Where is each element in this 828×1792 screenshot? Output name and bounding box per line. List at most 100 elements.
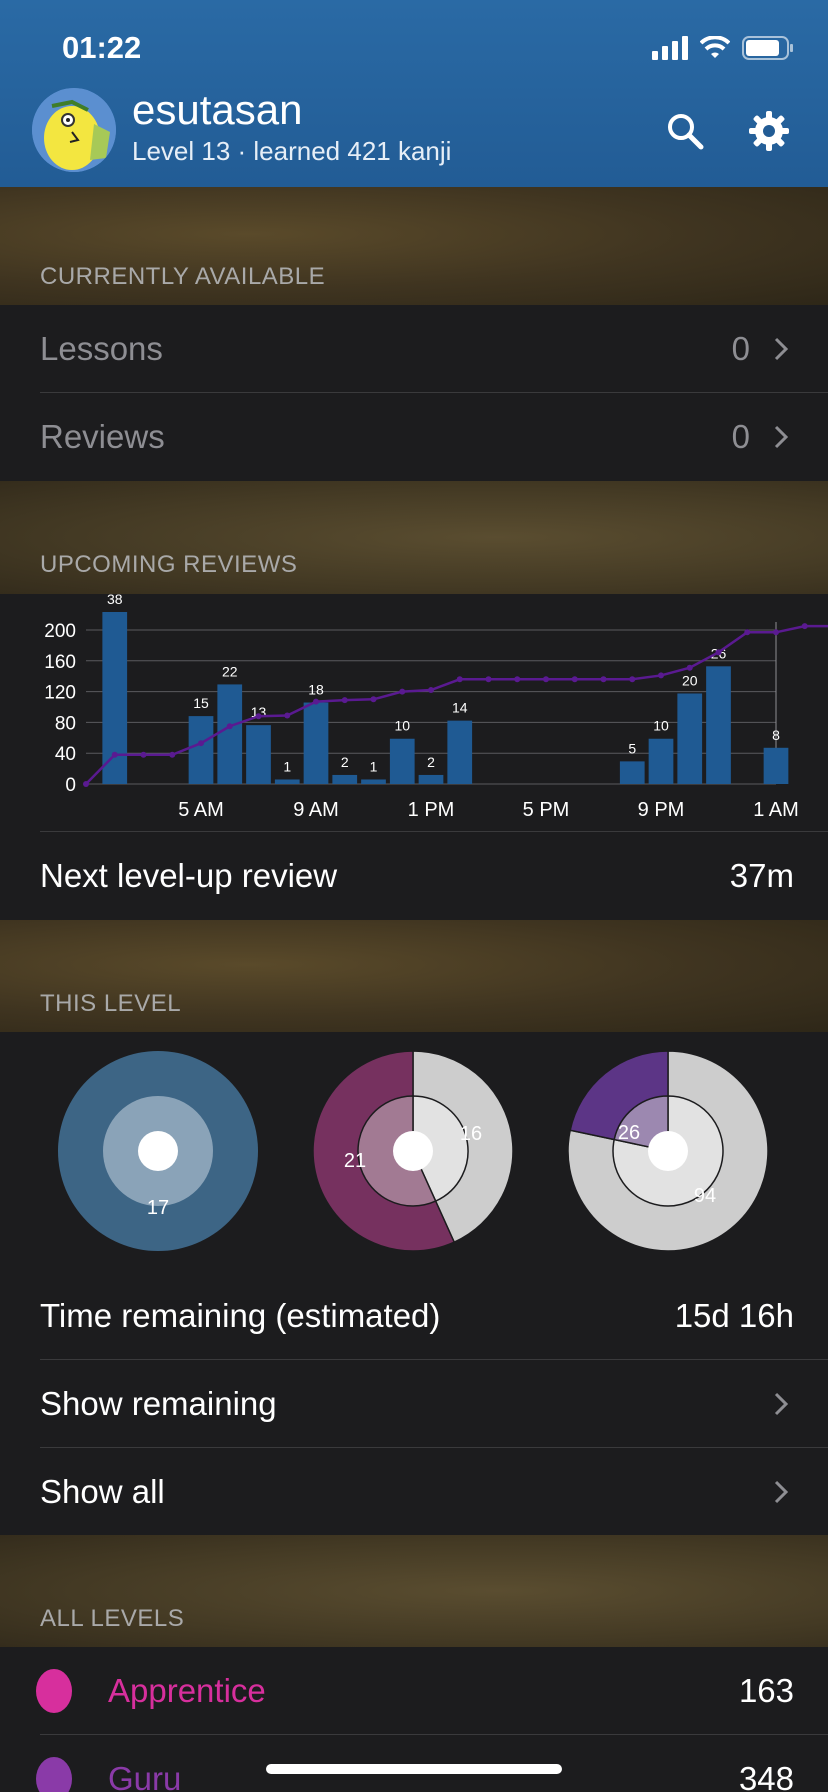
line-point bbox=[571, 676, 578, 683]
signal-icon bbox=[652, 36, 688, 60]
y-tick-label: 80 bbox=[55, 713, 76, 734]
chart-bar bbox=[447, 720, 473, 784]
line-point bbox=[399, 688, 406, 695]
donut-value-label: 94 bbox=[694, 1185, 716, 1207]
bar-value-label: 2 bbox=[341, 754, 349, 770]
line-point bbox=[686, 664, 693, 671]
line-point bbox=[370, 696, 377, 703]
chart-bar bbox=[217, 684, 243, 784]
bar-value-label: 1 bbox=[283, 758, 291, 774]
y-tick-label: 160 bbox=[44, 652, 76, 673]
lessons-count: 0 bbox=[731, 330, 750, 367]
lessons-row[interactable]: Lessons 0 bbox=[0, 305, 828, 393]
time-remaining-label: Time remaining (estimated) bbox=[40, 1297, 441, 1334]
reviews-row[interactable]: Reviews 0 bbox=[0, 393, 828, 481]
chart-bar bbox=[677, 693, 703, 784]
srs-stage-label: Guru bbox=[108, 1760, 182, 1792]
bar-value-label: 20 bbox=[682, 672, 698, 688]
bar-value-label: 1 bbox=[370, 758, 378, 774]
home-indicator[interactable] bbox=[266, 1764, 562, 1774]
donut-value-label: 26 bbox=[618, 1122, 640, 1144]
line-point bbox=[140, 751, 147, 758]
donut-value-label: 16 bbox=[460, 1123, 482, 1145]
chevron-right-icon bbox=[774, 1480, 788, 1504]
chart-bar bbox=[274, 779, 300, 784]
bar-value-label: 15 bbox=[193, 695, 209, 711]
upcoming-reviews-chart: 2001601208040038152213118211021451020268… bbox=[44, 594, 828, 821]
line-point bbox=[255, 713, 262, 720]
chart-bar bbox=[706, 666, 731, 784]
show-all-row[interactable]: Show all bbox=[0, 1448, 828, 1536]
settings-button[interactable] bbox=[744, 106, 794, 156]
time-remaining-row: Time remaining (estimated) 15d 16h bbox=[0, 1272, 828, 1360]
x-tick-label: 5 AM bbox=[178, 799, 224, 821]
srs-stage-count: 163 bbox=[738, 1672, 794, 1709]
donut-center bbox=[648, 1131, 688, 1171]
y-tick-label: 200 bbox=[44, 621, 76, 642]
show-remaining-label: Show remaining bbox=[40, 1385, 277, 1422]
section-title-currently-available: CURRENTLY AVAILABLE bbox=[40, 263, 326, 290]
chart-bar bbox=[619, 761, 645, 784]
srs-stage-row-apprentice[interactable]: Apprentice 163 bbox=[0, 1647, 828, 1735]
donut-center bbox=[393, 1131, 433, 1171]
line-point bbox=[485, 676, 492, 683]
x-tick-label: 1 PM bbox=[408, 799, 455, 821]
upcoming-reviews-panel: 2001601208040038152213118211021451020268… bbox=[0, 594, 828, 920]
user-subtitle: Level 13 · learned 421 kanji bbox=[132, 136, 452, 166]
status-icons bbox=[652, 34, 794, 62]
line-point bbox=[801, 623, 808, 630]
line-point bbox=[111, 751, 118, 758]
chart-bar bbox=[102, 612, 128, 784]
bar-value-label: 5 bbox=[628, 740, 636, 756]
section-header-bg: ALL LEVELS bbox=[0, 1535, 828, 1647]
line-point bbox=[169, 751, 176, 758]
section-header-bg: UPCOMING REVIEWS bbox=[0, 481, 828, 594]
x-tick-label: 9 AM bbox=[293, 799, 339, 821]
username: esutasan bbox=[132, 86, 303, 133]
lessons-label: Lessons bbox=[40, 330, 163, 367]
x-tick-label: 1 AM bbox=[753, 799, 799, 821]
line-point bbox=[83, 781, 89, 787]
line-point bbox=[313, 698, 319, 705]
app-header: 01:22 esutasan Level 13 · learned 421 ka… bbox=[0, 0, 828, 187]
wifi-icon bbox=[700, 36, 730, 58]
bar-value-label: 2 bbox=[427, 754, 435, 770]
line-point bbox=[715, 649, 722, 656]
donut-center bbox=[138, 1131, 178, 1171]
section-title-upcoming-reviews: UPCOMING REVIEWS bbox=[40, 551, 298, 578]
bar-value-label: 14 bbox=[452, 700, 468, 716]
bar-value-label: 8 bbox=[772, 727, 780, 743]
chart-bar bbox=[188, 716, 214, 784]
line-point bbox=[341, 697, 348, 704]
show-remaining-row[interactable]: Show remaining bbox=[0, 1360, 828, 1448]
level-progress-donuts: 17 21 16 26 94 bbox=[58, 1050, 769, 1252]
currently-available-panel: Lessons 0 Reviews 0 bbox=[0, 305, 828, 481]
bar-value-label: 10 bbox=[394, 718, 410, 734]
line-point bbox=[428, 687, 434, 694]
y-tick-label: 120 bbox=[44, 683, 76, 704]
bar-value-label: 10 bbox=[653, 718, 669, 734]
x-tick-label: 5 PM bbox=[523, 799, 570, 821]
chart-bar bbox=[763, 747, 789, 784]
this-level-panel: 17 21 16 26 94 Time remaining (estimated) 15… bbox=[0, 1032, 828, 1535]
srs-stage-count: 348 bbox=[738, 1760, 794, 1792]
avatar bbox=[32, 88, 116, 172]
chart-bar bbox=[303, 702, 329, 784]
line-point bbox=[600, 676, 607, 683]
line-point bbox=[773, 629, 779, 636]
next-level-up-label: Next level-up review bbox=[40, 857, 338, 894]
chevron-right-icon bbox=[774, 337, 788, 361]
line-point bbox=[284, 712, 291, 719]
donut-value-label: 17 bbox=[147, 1197, 169, 1219]
y-tick-label: 40 bbox=[55, 744, 76, 765]
section-title-this-level: THIS LEVEL bbox=[40, 990, 182, 1017]
line-point bbox=[514, 676, 521, 683]
chart-bar bbox=[246, 725, 271, 784]
chart-bar bbox=[361, 779, 386, 784]
apprentice-icon bbox=[36, 1669, 72, 1713]
bar-value-label: 18 bbox=[308, 682, 324, 698]
search-button[interactable] bbox=[660, 106, 710, 156]
y-tick-label: 0 bbox=[65, 775, 76, 796]
chevron-right-icon bbox=[774, 1392, 788, 1416]
srs-stage-label: Apprentice bbox=[108, 1672, 266, 1709]
